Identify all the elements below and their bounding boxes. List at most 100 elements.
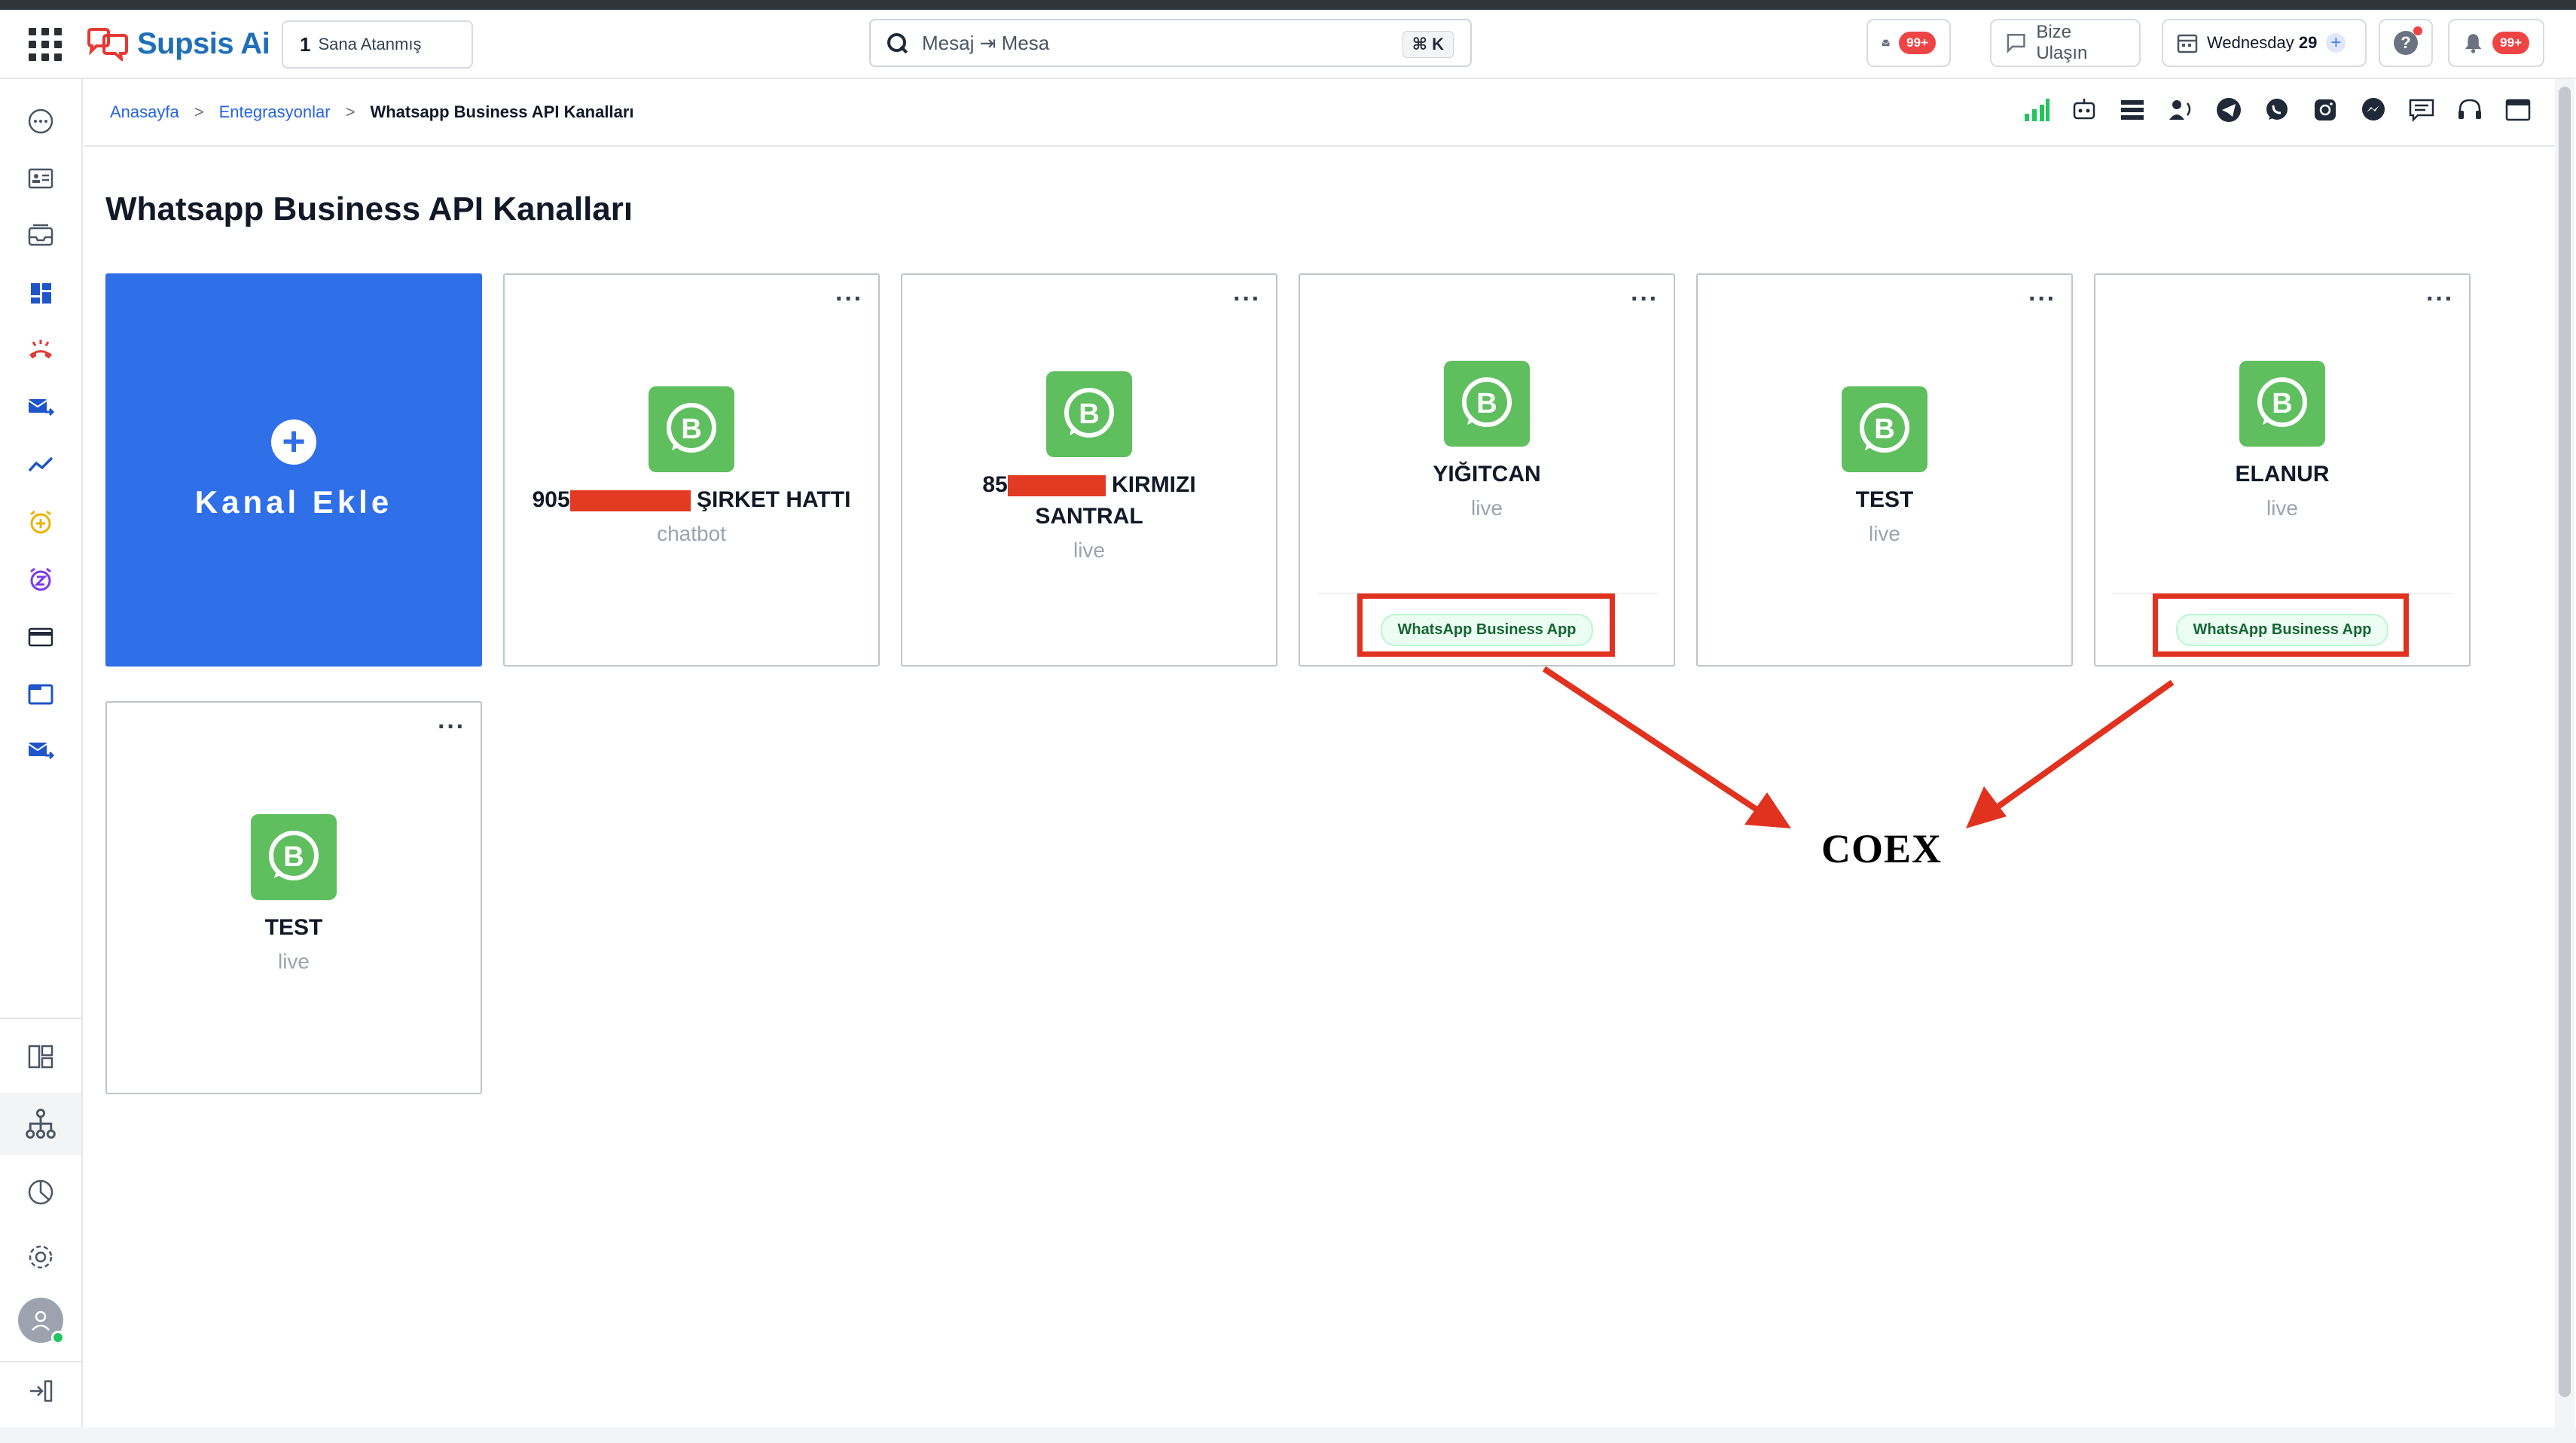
- whatsapp-business-icon: B: [2239, 361, 2325, 447]
- whatsapp-business-icon: B: [1842, 386, 1927, 472]
- sidebar-item-campaigns[interactable]: [23, 733, 59, 769]
- annotation-highlight-box: [2153, 593, 2409, 657]
- channel-card[interactable]: ··· B TEST live: [105, 701, 482, 1094]
- sidebar-item-mail[interactable]: [23, 389, 59, 426]
- sidebar: [0, 79, 83, 1427]
- sidebar-item-snooze[interactable]: [23, 561, 59, 597]
- more-options-icon[interactable]: ···: [835, 286, 863, 312]
- top-bar: Supsis Ai 1 Sana Atanmış ⌘ K 99+ Bize Ul…: [0, 10, 2576, 79]
- window-bottom-strip: [0, 1427, 2576, 1443]
- svg-text:B: B: [283, 841, 304, 873]
- channel-name: YIĞITCAN: [1433, 462, 1541, 487]
- sidebar-item-settings[interactable]: [23, 1239, 59, 1275]
- sidebar-item-inbox[interactable]: [23, 218, 59, 254]
- date-day: Wednesday: [2207, 33, 2294, 52]
- channel-name: 85 KIRMIZI SANTRAL: [982, 469, 1195, 532]
- scrollbar-thumb[interactable]: [2559, 87, 2571, 1397]
- scrollbar[interactable]: [2555, 79, 2574, 1427]
- mail-send-icon: [28, 743, 55, 760]
- sms-icon[interactable]: [2407, 96, 2436, 124]
- mail-badge: 99+: [1899, 32, 1936, 54]
- add-channel-label: Kanal Ekle: [194, 484, 393, 520]
- instagram-icon[interactable]: [2311, 96, 2339, 124]
- user-avatar[interactable]: [18, 1298, 65, 1344]
- annotation-label: COEX: [1821, 826, 1943, 871]
- svg-text:B: B: [1476, 388, 1497, 419]
- plus-icon: +: [271, 419, 316, 465]
- breadcrumb-separator: >: [345, 102, 356, 121]
- sidebar-item-chat[interactable]: [23, 103, 59, 139]
- mail-notifications-button[interactable]: 99+: [1866, 19, 1951, 67]
- sidebar-collapse-button[interactable]: [23, 1373, 59, 1409]
- sidebar-item-integrations[interactable]: [0, 1093, 81, 1155]
- breadcrumb-integrations[interactable]: Entegrasyonlar: [219, 102, 331, 122]
- whatsapp-business-icon: B: [1444, 361, 1530, 447]
- date-label: Wednesday 29: [2207, 33, 2317, 53]
- notifications-button[interactable]: 99+: [2448, 19, 2544, 67]
- phone-icon: [29, 340, 52, 358]
- bot-icon[interactable]: [2070, 96, 2098, 124]
- card-icon: [28, 627, 53, 647]
- channel-card[interactable]: ··· B 905 ŞIRKET HATTI chatbot: [503, 273, 880, 667]
- apps-grid-icon[interactable]: [29, 28, 62, 61]
- help-button[interactable]: ?: [2379, 19, 2433, 67]
- collapse-icon: [30, 1380, 53, 1402]
- sidebar-item-layout[interactable]: [23, 1039, 59, 1075]
- more-options-icon[interactable]: ···: [2028, 286, 2056, 312]
- calendar-button[interactable]: Wednesday 29 +: [2162, 19, 2367, 67]
- alarm-add-icon: [30, 510, 51, 534]
- assigned-count: 1: [300, 32, 311, 56]
- mail-icon: [1882, 39, 1890, 47]
- more-options-icon[interactable]: ···: [1233, 286, 1261, 312]
- dashboard-icon: [31, 283, 51, 304]
- contact-us-button[interactable]: Bize Ulaşın: [1990, 19, 2141, 67]
- channel-status: live: [2266, 496, 2298, 520]
- sidebar-divider-bottom: [0, 1361, 81, 1362]
- contact-us-label: Bize Ulaşın: [2036, 22, 2088, 63]
- more-options-icon[interactable]: ···: [2426, 286, 2454, 312]
- mail-forward-icon: [28, 399, 55, 416]
- sidebar-item-calls[interactable]: [23, 332, 59, 368]
- app-logo[interactable]: Supsis Ai: [84, 25, 270, 63]
- channel-card[interactable]: ··· B 85 KIRMIZI SANTRAL live: [901, 273, 1277, 667]
- add-channel-card[interactable]: + Kanal Ekle: [105, 273, 482, 667]
- telegram-icon[interactable]: [2214, 96, 2243, 124]
- breadcrumb-separator: >: [194, 102, 204, 121]
- sidebar-item-reminders[interactable]: [23, 504, 59, 540]
- whatsapp-icon[interactable]: [2263, 96, 2291, 124]
- assigned-label: Sana Atanmış: [318, 35, 422, 53]
- window-icon: [28, 684, 53, 705]
- signal-bars-icon[interactable]: [2022, 96, 2050, 124]
- channel-number-prefix: 905: [532, 487, 570, 512]
- more-options-icon[interactable]: ···: [1631, 286, 1659, 312]
- whatsapp-business-icon: B: [251, 814, 337, 900]
- analytics-icon: [28, 456, 53, 472]
- sidebar-item-reports[interactable]: [23, 1174, 59, 1210]
- channel-status: chatbot: [657, 522, 726, 545]
- settings-icon: [29, 1245, 53, 1269]
- channel-card-body: B 905 ŞIRKET HATTI chatbot: [505, 386, 878, 546]
- bell-icon: [2465, 34, 2482, 53]
- search-input[interactable]: [922, 31, 1389, 55]
- search-icon: [886, 32, 908, 54]
- assigned-to-you-button[interactable]: 1 Sana Atanmış: [282, 20, 473, 69]
- sidebar-item-windows[interactable]: [23, 676, 59, 712]
- channel-card[interactable]: ··· B TEST live: [1696, 273, 2073, 667]
- add-event-icon[interactable]: +: [2326, 33, 2346, 53]
- announce-icon[interactable]: [2166, 96, 2195, 124]
- messenger-icon[interactable]: [2359, 96, 2388, 124]
- browser-icon[interactable]: [2504, 96, 2532, 124]
- sidebar-item-cards[interactable]: [23, 618, 59, 654]
- sidebar-item-contacts[interactable]: [23, 160, 59, 197]
- sidebar-item-analytics[interactable]: [23, 447, 59, 483]
- list-icon[interactable]: [2118, 96, 2147, 124]
- search-box[interactable]: ⌘ K: [869, 19, 1472, 67]
- sidebar-item-dashboard[interactable]: [23, 275, 59, 311]
- headset-icon[interactable]: [2455, 96, 2484, 124]
- channel-name: ELANUR: [2235, 462, 2330, 487]
- more-options-icon[interactable]: ···: [438, 714, 465, 740]
- help-icon: ?: [2394, 26, 2422, 55]
- whatsapp-business-icon: B: [1046, 371, 1132, 457]
- svg-text:B: B: [681, 413, 701, 445]
- breadcrumb-home[interactable]: Anasayfa: [110, 102, 179, 122]
